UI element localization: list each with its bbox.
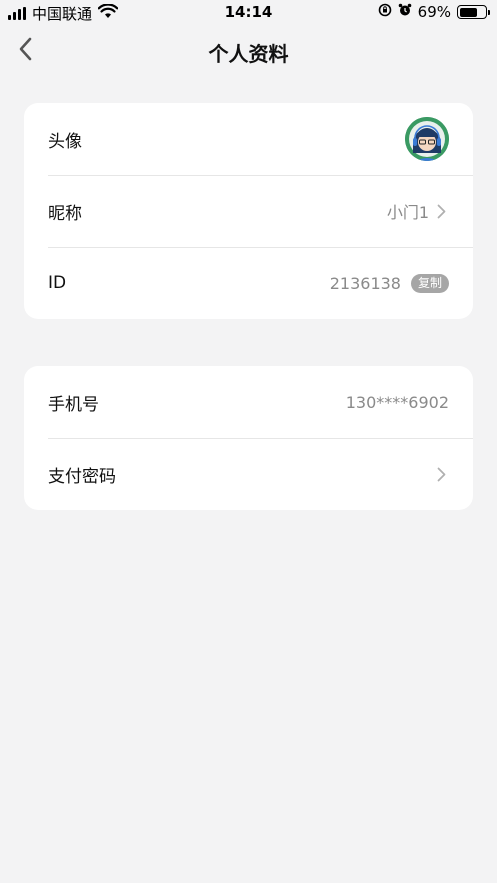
- pay-password-row[interactable]: 支付密码: [24, 438, 473, 510]
- pay-password-value-wrap: [429, 466, 449, 482]
- phone-value: 130****6902: [345, 392, 449, 412]
- id-value-wrap: 2136138 复制: [329, 273, 449, 293]
- page-title: 个人资料: [208, 42, 289, 66]
- nickname-row[interactable]: 昵称 小门1: [24, 175, 473, 247]
- account-card: 手机号 130****6902 支付密码: [24, 366, 473, 510]
- chevron-right-icon: [437, 466, 449, 482]
- avatar-label: 头像: [48, 131, 82, 152]
- id-row: ID 2136138 复制: [24, 247, 473, 319]
- battery-icon: [457, 5, 490, 19]
- battery-percent: 69%: [417, 3, 451, 21]
- id-label: ID: [48, 273, 67, 293]
- nickname-value: 小门1: [386, 203, 429, 222]
- id-value: 2136138: [329, 273, 401, 293]
- status-bar: 中国联通 14:14 69%: [0, 0, 497, 26]
- nickname-value-wrap: 小门1: [387, 199, 449, 223]
- status-right: 69%: [378, 3, 490, 21]
- avatar-row[interactable]: 头像: [24, 103, 473, 175]
- copy-button[interactable]: 复制: [410, 273, 449, 293]
- pay-password-label: 支付密码: [48, 466, 116, 487]
- avatar[interactable]: [405, 117, 449, 161]
- alarm-icon: [398, 3, 412, 21]
- profile-card: 头像 昵称 小门1 ID 2136138 复制: [24, 103, 473, 319]
- nav-bar: 个人资料: [0, 26, 497, 76]
- nickname-label: 昵称: [48, 203, 82, 224]
- phone-row[interactable]: 手机号 130****6902: [24, 366, 473, 438]
- rotation-lock-icon: [378, 3, 392, 21]
- chevron-right-icon: [437, 203, 449, 219]
- battery-fill: [459, 7, 477, 17]
- phone-label: 手机号: [48, 394, 99, 415]
